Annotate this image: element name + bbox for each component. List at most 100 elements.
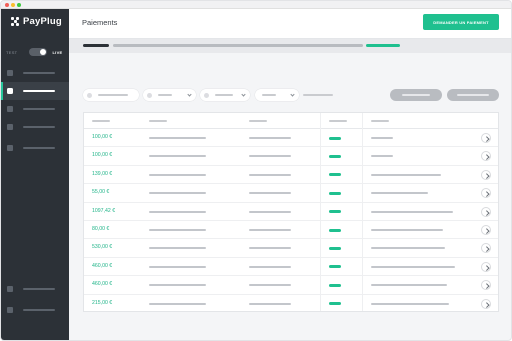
date-cell bbox=[249, 210, 291, 213]
chevron-right-icon[interactable] bbox=[481, 169, 491, 180]
date-cell bbox=[249, 173, 291, 176]
chevron-down-icon bbox=[290, 92, 295, 97]
chevron-right-icon[interactable] bbox=[481, 206, 491, 217]
status-badge bbox=[329, 265, 341, 269]
status-badge bbox=[329, 210, 341, 214]
table-row[interactable]: 460,00 € bbox=[84, 258, 498, 277]
nav-icon bbox=[7, 106, 13, 112]
request-payment-button[interactable]: DEMANDER UN PAIEMENT bbox=[423, 14, 499, 30]
nav-icon bbox=[7, 70, 13, 76]
description-cell bbox=[371, 192, 428, 195]
customer-cell bbox=[149, 210, 206, 213]
settings-button[interactable] bbox=[447, 89, 499, 101]
date-cell bbox=[249, 155, 291, 158]
customer-cell bbox=[149, 137, 206, 139]
live-mode-toggle[interactable] bbox=[29, 48, 48, 56]
sidebar-item-payments[interactable] bbox=[1, 82, 69, 100]
close-window-icon[interactable] bbox=[5, 3, 9, 7]
table-row[interactable]: 460,00 € bbox=[84, 276, 498, 295]
status-badge bbox=[329, 283, 341, 287]
filter-text bbox=[158, 94, 172, 96]
table-row[interactable]: 55,00 € bbox=[84, 184, 498, 203]
filter-dropdown-2[interactable] bbox=[200, 89, 250, 101]
table-row[interactable]: 215,00 € bbox=[84, 295, 498, 313]
date-cell bbox=[249, 137, 291, 139]
toggle-knob bbox=[40, 49, 47, 55]
filter-text bbox=[98, 94, 128, 96]
description-cell bbox=[371, 137, 393, 139]
progress-strip bbox=[69, 39, 511, 53]
page-header: Paiements DEMANDER UN PAIEMENT bbox=[69, 9, 511, 39]
customer-cell bbox=[149, 265, 206, 268]
table-row[interactable]: 530,00 € bbox=[84, 239, 498, 258]
date-cell bbox=[249, 229, 291, 231]
description-cell bbox=[371, 247, 445, 250]
table-row[interactable]: 139,00 € bbox=[84, 166, 498, 185]
status-badge bbox=[329, 173, 341, 177]
sidebar-item-3[interactable] bbox=[1, 100, 69, 118]
progress-segment-green bbox=[366, 44, 400, 47]
payments-table: 100,00 € 100,00 € 139,00 € 55,00 € 1097,… bbox=[83, 112, 499, 312]
table-header bbox=[84, 113, 498, 129]
date-cell bbox=[249, 192, 291, 195]
table-row[interactable]: 80,00 € bbox=[84, 221, 498, 240]
sidebar-bottom-item-2[interactable] bbox=[1, 301, 69, 319]
filter-text bbox=[215, 94, 233, 96]
payment-amount: 80,00 € bbox=[92, 226, 110, 232]
payment-amount: 215,00 € bbox=[92, 299, 113, 306]
status-badge bbox=[329, 191, 341, 195]
customer-cell bbox=[149, 284, 206, 287]
date-cell bbox=[249, 284, 291, 287]
chevron-down-icon bbox=[241, 92, 246, 97]
chevron-right-icon[interactable] bbox=[481, 188, 491, 199]
sidebar-item-label bbox=[23, 288, 55, 290]
window-titlebar bbox=[1, 1, 511, 9]
chevron-down-icon bbox=[187, 92, 192, 97]
table-row[interactable]: 100,00 € bbox=[84, 147, 498, 166]
table-row[interactable]: 100,00 € bbox=[84, 129, 498, 148]
progress-segment-dark bbox=[83, 44, 109, 47]
chevron-right-icon[interactable] bbox=[481, 133, 491, 143]
nav-icon bbox=[7, 145, 13, 151]
chevron-right-icon[interactable] bbox=[481, 243, 491, 254]
app-window: PayPlug TEST LIVE Paiements DEMANDER UN … bbox=[0, 0, 512, 341]
payment-amount: 139,00 € bbox=[92, 170, 113, 177]
chevron-right-icon[interactable] bbox=[481, 225, 491, 235]
customer-cell bbox=[149, 155, 206, 158]
filter-icon bbox=[147, 92, 152, 98]
column-header-status bbox=[329, 120, 347, 122]
search-filter[interactable] bbox=[83, 89, 139, 101]
minimize-window-icon[interactable] bbox=[11, 3, 15, 7]
payment-amount: 1097,42 € bbox=[92, 207, 116, 214]
chevron-right-icon[interactable] bbox=[481, 280, 491, 291]
sidebar-item-label bbox=[23, 309, 55, 311]
mode-test-label: TEST bbox=[6, 49, 18, 55]
status-badge bbox=[329, 246, 341, 250]
sidebar-item-5[interactable] bbox=[1, 139, 69, 157]
chevron-right-icon[interactable] bbox=[481, 151, 491, 162]
description-cell bbox=[371, 284, 447, 287]
status-badge bbox=[329, 228, 341, 232]
sidebar-item-4[interactable] bbox=[1, 118, 69, 136]
nav-icon bbox=[7, 88, 13, 94]
table-row[interactable]: 1097,42 € bbox=[84, 203, 498, 221]
column-header-description bbox=[371, 120, 389, 122]
export-button[interactable] bbox=[390, 89, 442, 101]
filter-dropdown-3[interactable] bbox=[255, 89, 299, 101]
chevron-right-icon[interactable] bbox=[481, 261, 491, 272]
maximize-window-icon[interactable] bbox=[17, 3, 21, 7]
chevron-right-icon[interactable] bbox=[481, 298, 491, 309]
customer-cell bbox=[149, 173, 206, 176]
payment-amount: 100,00 € bbox=[92, 134, 113, 140]
sidebar-item-1[interactable] bbox=[1, 64, 69, 82]
column-header-customer bbox=[149, 120, 167, 122]
brand-logo[interactable]: PayPlug bbox=[11, 16, 62, 27]
filter-dropdown-1[interactable] bbox=[143, 89, 196, 101]
payment-amount: 460,00 € bbox=[92, 262, 113, 269]
description-cell bbox=[371, 302, 449, 305]
description-cell bbox=[371, 173, 441, 176]
button-label bbox=[457, 94, 489, 96]
sidebar-item-label bbox=[23, 72, 55, 74]
sidebar-bottom-item-1[interactable] bbox=[1, 280, 69, 298]
filter-text bbox=[262, 94, 276, 96]
